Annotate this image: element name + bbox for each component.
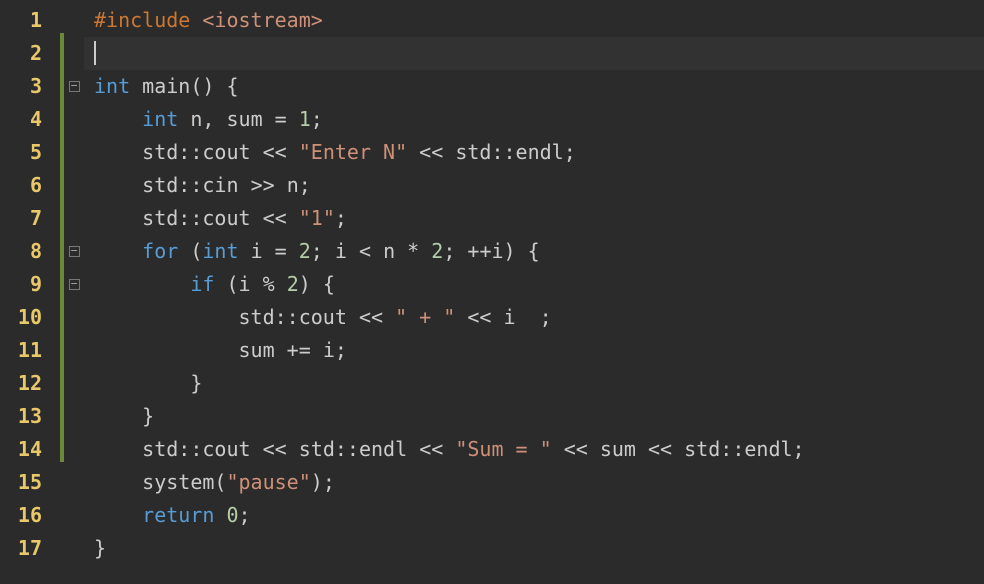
line-number: 6 <box>0 169 60 202</box>
code-line[interactable]: #include <iostream> <box>84 4 984 37</box>
line-number: 17 <box>0 532 60 565</box>
line-number: 15 <box>0 466 60 499</box>
line-number: 12 <box>0 367 60 400</box>
fold-toggle-icon[interactable]: − <box>69 81 80 92</box>
code-line[interactable] <box>84 37 984 70</box>
code-line[interactable]: system("pause"); <box>84 466 984 499</box>
code-line[interactable]: std::cout << " + " << i ; <box>84 301 984 334</box>
fold-toggle-icon[interactable]: − <box>69 279 80 290</box>
code-line[interactable]: int main() { <box>84 70 984 103</box>
line-number: 16 <box>0 499 60 532</box>
code-line[interactable]: if (i % 2) { <box>84 268 984 301</box>
fold-toggle-icon[interactable]: − <box>69 246 80 257</box>
line-number: 14 <box>0 433 60 466</box>
text-cursor <box>94 41 96 65</box>
code-line[interactable]: return 0; <box>84 499 984 532</box>
line-number: 7 <box>0 202 60 235</box>
code-line[interactable]: std::cout << "1"; <box>84 202 984 235</box>
line-number: 1 <box>0 4 60 37</box>
code-line[interactable]: std::cout << std::endl << "Sum = " << su… <box>84 433 984 466</box>
code-line[interactable]: for (int i = 2; i < n * 2; ++i) { <box>84 235 984 268</box>
code-line[interactable]: std::cout << "Enter N" << std::endl; <box>84 136 984 169</box>
line-number: 9 <box>0 268 60 301</box>
code-line[interactable]: } <box>84 400 984 433</box>
code-line[interactable]: int n, sum = 1; <box>84 103 984 136</box>
line-number: 13 <box>0 400 60 433</box>
code-line[interactable]: std::cin >> n; <box>84 169 984 202</box>
line-number: 4 <box>0 103 60 136</box>
line-number: 11 <box>0 334 60 367</box>
fold-column: − − − <box>64 0 84 584</box>
line-number: 8 <box>0 235 60 268</box>
line-number: 10 <box>0 301 60 334</box>
code-editor[interactable]: 1 2 3 4 5 6 7 8 9 10 11 12 13 14 15 16 1… <box>0 0 984 584</box>
code-line[interactable]: } <box>84 532 984 565</box>
code-area[interactable]: #include <iostream> int main() { int n, … <box>84 0 984 584</box>
line-number: 2 <box>0 37 60 70</box>
line-number: 3 <box>0 70 60 103</box>
code-line[interactable]: } <box>84 367 984 400</box>
line-number: 5 <box>0 136 60 169</box>
code-line[interactable]: sum += i; <box>84 334 984 367</box>
line-number-gutter: 1 2 3 4 5 6 7 8 9 10 11 12 13 14 15 16 1… <box>0 0 60 584</box>
